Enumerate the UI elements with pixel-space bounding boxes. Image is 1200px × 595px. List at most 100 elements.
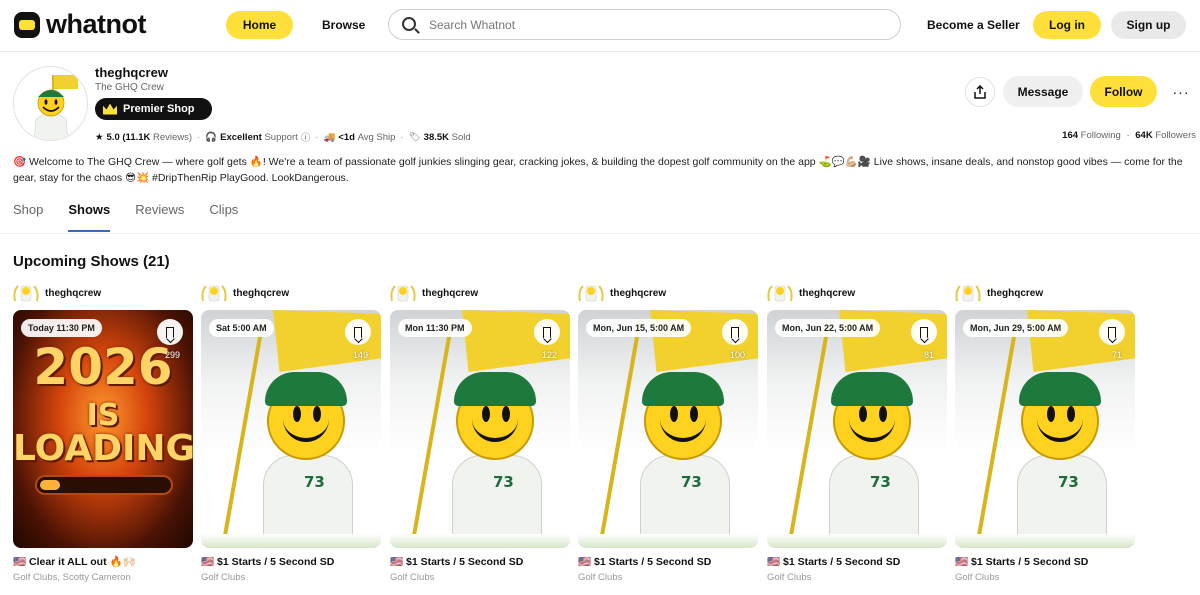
show-host-name[interactable]: theghqcrew bbox=[799, 288, 855, 299]
show-host-name[interactable]: theghqcrew bbox=[610, 288, 666, 299]
ship-value: <1d bbox=[338, 131, 355, 143]
search-bar bbox=[388, 9, 901, 40]
shop-bio: 🎯 Welcome to The GHQ Crew — where golf g… bbox=[13, 156, 1183, 184]
show-thumbnail[interactable]: 73 Mon, Jun 29, 5:00 AM 71 bbox=[955, 310, 1135, 548]
grass-strip bbox=[767, 534, 947, 548]
show-time-badge: Mon, Jun 15, 5:00 AM bbox=[586, 319, 692, 337]
show-host-name[interactable]: theghqcrew bbox=[422, 288, 478, 299]
show-host[interactable]: theghqcrew bbox=[767, 282, 855, 304]
shop-avatar[interactable] bbox=[13, 66, 88, 141]
bookmark-icon bbox=[543, 326, 551, 338]
truck-icon: 🚚 bbox=[323, 131, 336, 143]
tab-shows[interactable]: Shows bbox=[68, 202, 111, 232]
tab-shop[interactable]: Shop bbox=[13, 202, 43, 232]
login-button[interactable]: Log in bbox=[1033, 11, 1101, 39]
support-value: Excellent bbox=[220, 131, 262, 143]
show-title[interactable]: 🇺🇸 $1 Starts / 5 Second SD bbox=[201, 555, 334, 568]
flag-pole bbox=[221, 319, 265, 547]
show-card[interactable]: theghqcrew 73 Mon, Jun 22, 5:00 AM 81 🇺🇸… bbox=[767, 282, 947, 587]
show-thumbnail[interactable]: 2026 IS LOADING Today 11:30 PM 299 bbox=[13, 310, 193, 548]
host-avatar-icon bbox=[390, 283, 416, 303]
tab-clips[interactable]: Clips bbox=[209, 202, 238, 232]
show-category[interactable]: Golf Clubs bbox=[201, 572, 245, 583]
show-host[interactable]: theghqcrew bbox=[578, 282, 666, 304]
signup-button[interactable]: Sign up bbox=[1111, 11, 1186, 39]
show-card[interactable]: theghqcrew 73 Sat 5:00 AM 149 🇺🇸 $1 Star… bbox=[201, 282, 381, 587]
flag-pole bbox=[975, 319, 1019, 547]
bookmark-button[interactable] bbox=[911, 319, 937, 345]
show-time-badge: Sat 5:00 AM bbox=[209, 319, 274, 337]
host-avatar-icon bbox=[201, 283, 227, 303]
show-card[interactable]: theghqcrew 73 Mon 11:30 PM 122 🇺🇸 $1 Sta… bbox=[390, 282, 570, 587]
show-title[interactable]: 🇺🇸 $1 Starts / 5 Second SD bbox=[955, 555, 1088, 568]
bookmark-button[interactable] bbox=[157, 319, 183, 345]
show-card[interactable]: theghqcrew 73 Mon, Jun 29, 5:00 AM 71 🇺🇸… bbox=[955, 282, 1135, 587]
top-nav: whatnot Home Browse Become a Seller Log … bbox=[0, 0, 1200, 52]
followers-count[interactable]: 64K bbox=[1135, 130, 1152, 141]
show-category[interactable]: Golf Clubs bbox=[390, 572, 434, 583]
support-label: Support bbox=[264, 131, 298, 143]
show-thumbnail[interactable]: 73 Mon, Jun 22, 5:00 AM 81 bbox=[767, 310, 947, 548]
show-host-name[interactable]: theghqcrew bbox=[45, 288, 101, 299]
bookmark-button[interactable] bbox=[534, 319, 560, 345]
follow-stats: 164 Following · 64K Followers bbox=[1062, 130, 1196, 141]
sold-value: 38.5K bbox=[423, 131, 450, 143]
show-host[interactable]: theghqcrew bbox=[13, 282, 101, 304]
show-thumbnail[interactable]: 73 Mon 11:30 PM 122 bbox=[390, 310, 570, 548]
jersey-number: 73 bbox=[1058, 473, 1079, 491]
show-thumbnail-art: 73 bbox=[390, 310, 570, 548]
show-category[interactable]: Golf Clubs bbox=[955, 572, 999, 583]
show-host[interactable]: theghqcrew bbox=[390, 282, 478, 304]
following-label[interactable]: Following bbox=[1081, 130, 1121, 141]
shop-display-name: The GHQ Crew bbox=[95, 82, 164, 93]
become-seller-link[interactable]: Become a Seller bbox=[927, 18, 1020, 32]
show-title[interactable]: 🇺🇸 $1 Starts / 5 Second SD bbox=[767, 555, 900, 568]
show-thumbnail-art: 73 bbox=[767, 310, 947, 548]
bookmark-button[interactable] bbox=[722, 319, 748, 345]
show-host[interactable]: theghqcrew bbox=[201, 282, 289, 304]
show-title[interactable]: 🇺🇸 Clear it ALL out 🔥🙌🏻 bbox=[13, 555, 136, 568]
search-input[interactable] bbox=[429, 16, 869, 34]
bookmark-button[interactable] bbox=[345, 319, 371, 345]
premier-shop-label: Premier Shop bbox=[123, 103, 195, 115]
show-category[interactable]: Golf Clubs, Scotty Cameron bbox=[13, 572, 131, 583]
rating-value: 5.0 bbox=[106, 131, 120, 143]
share-button[interactable] bbox=[965, 77, 995, 107]
show-host-name[interactable]: theghqcrew bbox=[987, 288, 1043, 299]
show-host[interactable]: theghqcrew bbox=[955, 282, 1043, 304]
shop-stats: ★ 5.0 (11.1K Reviews) · 🎧 Excellent Supp… bbox=[95, 130, 471, 145]
grass-strip bbox=[201, 534, 381, 548]
show-category[interactable]: Golf Clubs bbox=[578, 572, 622, 583]
show-thumbnail[interactable]: 73 Sat 5:00 AM 149 bbox=[201, 310, 381, 548]
show-host-name[interactable]: theghqcrew bbox=[233, 288, 289, 299]
headset-icon: 🎧 bbox=[205, 131, 218, 143]
show-title[interactable]: 🇺🇸 $1 Starts / 5 Second SD bbox=[390, 555, 523, 568]
golfer-cap bbox=[831, 372, 913, 406]
show-card[interactable]: theghqcrew 73 Mon, Jun 15, 5:00 AM 100 🇺… bbox=[578, 282, 758, 587]
show-time-badge: Mon, Jun 22, 5:00 AM bbox=[775, 319, 881, 337]
bookmark-button[interactable] bbox=[1099, 319, 1125, 345]
bookmark-count: 299 bbox=[164, 350, 180, 360]
whatnot-logo[interactable]: whatnot bbox=[14, 9, 146, 40]
more-options-button[interactable]: ··· bbox=[1166, 77, 1196, 107]
follow-button[interactable]: Follow bbox=[1090, 76, 1157, 107]
home-button[interactable]: Home bbox=[226, 11, 293, 39]
info-icon[interactable]: ⓘ bbox=[301, 130, 311, 144]
reviews-label[interactable]: Reviews) bbox=[153, 132, 192, 143]
show-thumbnail[interactable]: 73 Mon, Jun 15, 5:00 AM 100 bbox=[578, 310, 758, 548]
golfer-cap bbox=[642, 372, 724, 406]
message-button[interactable]: Message bbox=[1003, 76, 1083, 107]
tab-reviews[interactable]: Reviews bbox=[135, 202, 184, 232]
show-title[interactable]: 🇺🇸 $1 Starts / 5 Second SD bbox=[578, 555, 711, 568]
reviews-count[interactable]: (11.1K bbox=[122, 132, 150, 143]
show-thumbnail-art: 73 bbox=[201, 310, 381, 548]
show-category[interactable]: Golf Clubs bbox=[767, 572, 811, 583]
tag-icon: 🏷 bbox=[408, 131, 421, 143]
followers-label[interactable]: Followers bbox=[1155, 130, 1196, 141]
show-card[interactable]: theghqcrew 2026 IS LOADING Today 11:30 P… bbox=[13, 282, 193, 587]
following-count[interactable]: 164 bbox=[1062, 130, 1078, 141]
golfer-cap bbox=[1019, 372, 1101, 406]
flag-pole bbox=[410, 319, 454, 547]
host-avatar-icon bbox=[955, 283, 981, 303]
browse-link[interactable]: Browse bbox=[322, 18, 365, 32]
